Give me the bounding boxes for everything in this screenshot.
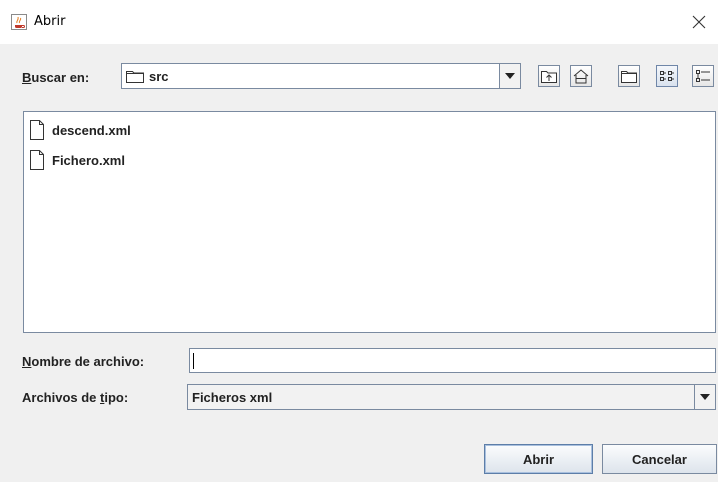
- file-name: descend.xml: [52, 122, 131, 138]
- up-folder-icon: [541, 71, 557, 83]
- file-name-input[interactable]: [189, 348, 716, 373]
- cancel-button[interactable]: Cancelar: [602, 444, 717, 474]
- java-cup-icon: [11, 14, 27, 30]
- folder-icon: [126, 71, 144, 83]
- file-name-label: Nombre de archivo:: [22, 354, 145, 369]
- list-view-icon: [660, 71, 674, 81]
- text-caret: [193, 353, 194, 369]
- file-type-dropdown-button[interactable]: [694, 384, 716, 410]
- look-in-combo[interactable]: src: [121, 63, 521, 89]
- home-icon: [573, 68, 589, 83]
- file-name: Fichero.xml: [52, 152, 125, 168]
- new-folder-icon: [621, 71, 637, 83]
- file-list[interactable]: descend.xml Fichero.xml: [23, 111, 716, 333]
- close-button[interactable]: [686, 9, 712, 35]
- look-in-dropdown-button[interactable]: [499, 63, 521, 89]
- open-button[interactable]: Abrir: [484, 444, 593, 474]
- chevron-down-icon: [700, 394, 710, 400]
- window-title: Abrir: [34, 14, 66, 29]
- file-type-combo[interactable]: Ficheros xml: [187, 384, 716, 410]
- list-item[interactable]: descend.xml: [29, 119, 131, 141]
- new-folder-button[interactable]: [618, 65, 640, 87]
- title-bar: Abrir: [0, 0, 718, 44]
- look-in-value: src: [149, 68, 169, 84]
- file-icon: [30, 120, 44, 140]
- list-view-button[interactable]: [656, 65, 678, 87]
- up-folder-button[interactable]: [538, 65, 560, 87]
- list-item[interactable]: Fichero.xml: [29, 149, 125, 171]
- file-type-label: Archivos de tipo:: [22, 390, 129, 405]
- look-in-label: Buscar en:: [22, 70, 90, 85]
- close-icon: [692, 15, 706, 29]
- chevron-down-icon: [505, 73, 515, 79]
- file-icon: [30, 150, 44, 170]
- details-view-button[interactable]: [692, 65, 714, 87]
- home-button[interactable]: [570, 65, 592, 87]
- details-view-icon: [696, 70, 710, 82]
- file-type-value: Ficheros xml: [192, 389, 273, 405]
